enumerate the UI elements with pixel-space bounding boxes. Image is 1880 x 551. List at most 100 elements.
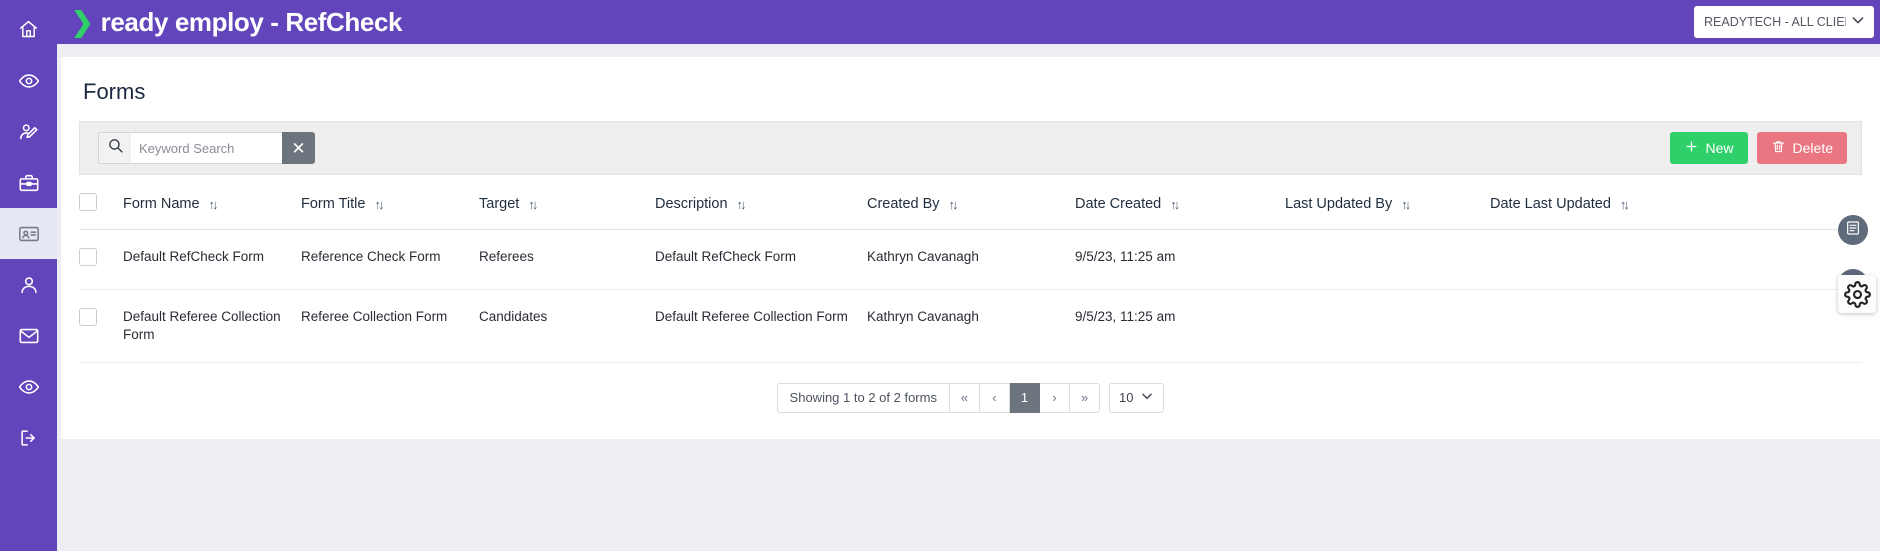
table-row[interactable]: Default Referee Collection Form Referee … [79, 289, 1862, 363]
search-icon [107, 137, 124, 159]
cell-description: Default Referee Collection Form [655, 289, 867, 363]
select-all-checkbox[interactable] [79, 193, 97, 211]
user-icon [18, 274, 40, 296]
sidebar [0, 0, 57, 551]
cell-target: Referees [479, 229, 655, 290]
cell-date-created: 9/5/23, 11:25 am [1075, 229, 1285, 290]
column-label: Target [479, 196, 520, 212]
column-label: Form Title [301, 196, 366, 212]
table-body: Default RefCheck Form Reference Check Fo… [79, 229, 1862, 363]
column-header-form-title[interactable]: Form Title ↑↓ [301, 193, 479, 230]
sort-updown-icon: ↑↓ [948, 196, 959, 212]
delete-button[interactable]: Delete [1756, 132, 1847, 164]
row-checkbox[interactable] [79, 248, 97, 266]
sort-updown-icon: ↑↓ [208, 196, 219, 212]
sidebar-item-messages[interactable] [0, 310, 57, 361]
app-title: ready employ - RefCheck [100, 6, 403, 37]
sidebar-item-overview[interactable] [0, 55, 57, 106]
cell-description: Default RefCheck Form [655, 229, 867, 290]
sort-updown-icon: ↑↓ [374, 196, 384, 212]
sort-updown-icon: ↑↓ [736, 196, 747, 212]
pagination-first-button[interactable]: « [949, 382, 980, 413]
forms-toolbar: ✕ New Delete [79, 121, 1862, 175]
page-content: Forms ✕ New [57, 44, 1880, 551]
cell-target: Candidates [479, 289, 655, 363]
sidebar-item-profile[interactable] [0, 259, 57, 310]
cell-form-title: Reference Check Form [301, 229, 479, 290]
sort-updown-icon: ↑↓ [1401, 196, 1411, 212]
cell-form-name: Default Referee Collection Form [123, 289, 301, 363]
new-button-label: New [1705, 140, 1734, 156]
pagination-next-button[interactable]: › [1039, 382, 1070, 413]
column-header-date-created[interactable]: Date Created ↑↓ [1075, 193, 1285, 230]
cell-form-title: Referee Collection Form [301, 289, 479, 363]
close-icon: ✕ [291, 138, 306, 158]
column-label: Created By [867, 196, 940, 212]
plus-icon [1684, 139, 1699, 157]
briefcase-icon [18, 172, 40, 194]
envelope-icon [18, 325, 40, 347]
column-label: Description [655, 196, 728, 212]
row-select-cell [79, 229, 123, 290]
page-title: Forms [83, 79, 146, 104]
column-header-target[interactable]: Target ↑↓ [479, 193, 655, 230]
column-label: Last Updated By [1285, 196, 1393, 212]
sidebar-item-logout[interactable] [0, 412, 57, 463]
column-header-date-last-updated[interactable]: Date Last Updated ↑↓ [1490, 193, 1862, 230]
pagination-summary: Showing 1 to 2 of 2 forms [776, 382, 950, 413]
toolbar-actions: New Delete [1669, 132, 1847, 164]
search-group: ✕ [98, 132, 315, 164]
search-button[interactable] [98, 132, 131, 164]
table-header: Form Name ↑↓ Form Title ↑↓ Target ↑↓ Des… [79, 193, 1862, 230]
sidebar-item-view[interactable] [0, 361, 57, 412]
clear-search-button[interactable]: ✕ [282, 132, 315, 164]
chevron-down-icon [1140, 389, 1154, 406]
table-row[interactable]: Default RefCheck Form Reference Check Fo… [79, 229, 1862, 290]
table-header-row: Form Name ↑↓ Form Title ↑↓ Target ↑↓ Des… [79, 193, 1862, 230]
cell-last-updated-by [1285, 289, 1490, 363]
sidebar-item-jobs[interactable] [0, 157, 57, 208]
cell-form-name: Default RefCheck Form [123, 229, 301, 290]
chevron-logo-icon: ❯ [71, 6, 94, 37]
client-selector-value: READYTECH - ALL CLIENTS [1704, 15, 1846, 29]
sidebar-item-edit-user[interactable] [0, 106, 57, 157]
column-label: Date Created [1075, 196, 1162, 212]
sort-updown-icon: ↑↓ [1170, 196, 1180, 212]
column-header-form-name[interactable]: Form Name ↑↓ [123, 193, 301, 230]
column-label: Date Last Updated [1490, 196, 1611, 212]
row-checkbox[interactable] [79, 307, 97, 326]
cell-last-updated-by [1285, 229, 1490, 290]
forms-table: Form Name ↑↓ Form Title ↑↓ Target ↑↓ Des… [79, 193, 1862, 363]
column-header-description[interactable]: Description ↑↓ [655, 193, 867, 230]
page-size-selector[interactable]: 10 [1108, 382, 1165, 413]
eye-icon [18, 70, 40, 92]
pagination-last-button[interactable]: » [1069, 382, 1100, 413]
row-action-button[interactable] [1838, 215, 1868, 245]
sidebar-item-forms[interactable] [0, 208, 57, 259]
id-card-icon [18, 223, 40, 245]
search-input[interactable] [131, 132, 282, 164]
column-header-created-by[interactable]: Created By ↑↓ [867, 193, 1075, 230]
pagination-page-1[interactable]: 1 [1009, 382, 1040, 413]
column-header-last-updated-by[interactable]: Last Updated By ↑↓ [1285, 193, 1490, 230]
delete-button-label: Delete [1792, 140, 1833, 156]
brand-logo: ❯ ready employ - RefCheck [71, 7, 402, 38]
forms-table-wrap: Form Name ↑↓ Form Title ↑↓ Target ↑↓ Des… [79, 193, 1868, 363]
pagination: Showing 1 to 2 of 2 forms « ‹ 1 › » 10 [79, 363, 1862, 439]
user-edit-icon [18, 121, 40, 143]
client-selector[interactable]: READYTECH - ALL CLIENTS [1694, 6, 1874, 38]
eye-icon [18, 376, 40, 398]
select-all-cell [79, 193, 123, 230]
top-bar: ❯ ready employ - RefCheck READYTECH - AL… [57, 0, 1880, 44]
cell-date-last-updated [1490, 289, 1862, 363]
document-list-icon [1845, 220, 1861, 241]
pagination-prev-button[interactable]: ‹ [979, 382, 1010, 413]
sidebar-item-home[interactable] [0, 4, 57, 55]
chevron-down-icon [1850, 12, 1866, 33]
cell-date-last-updated [1490, 229, 1862, 290]
cell-date-created: 9/5/23, 11:25 am [1075, 289, 1285, 363]
gear-icon[interactable] [1838, 275, 1876, 313]
trash-icon [1771, 139, 1786, 157]
home-icon [18, 19, 39, 40]
new-button[interactable]: New [1669, 132, 1748, 164]
